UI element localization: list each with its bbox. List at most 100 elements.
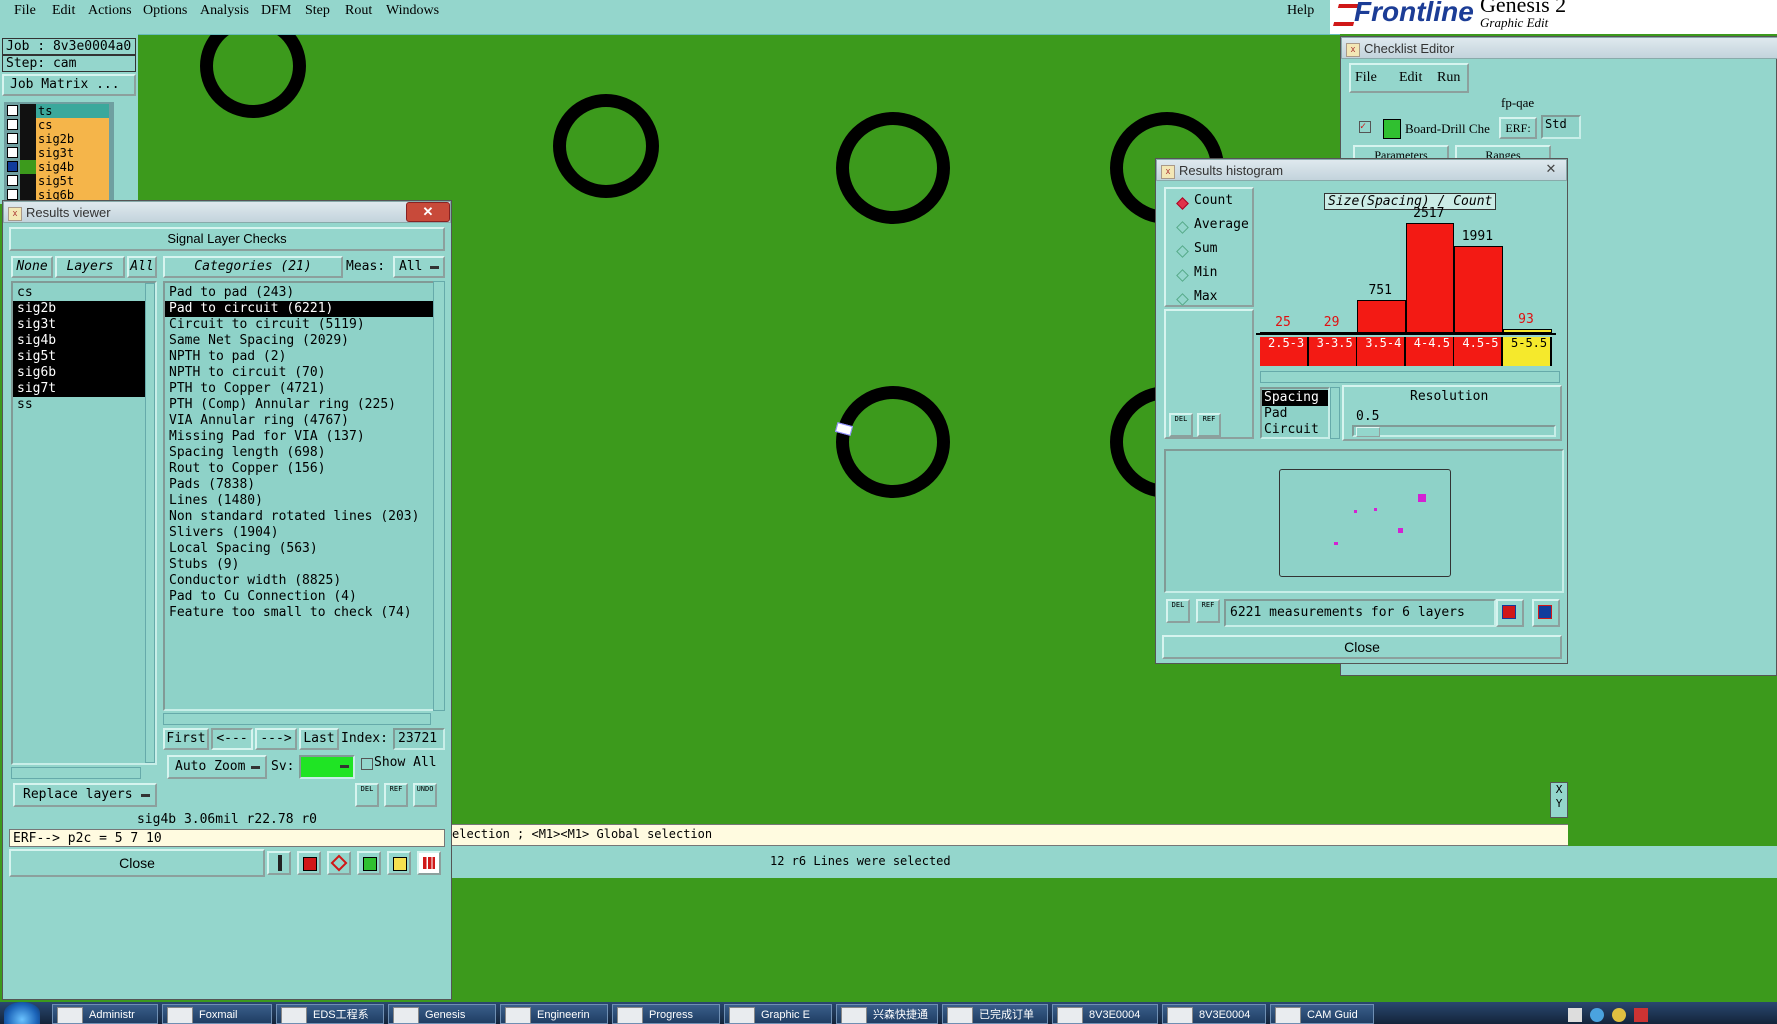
histogram-scrollbar-horizontal[interactable] bbox=[1260, 371, 1560, 383]
category-list-item[interactable]: PTH to Copper (4721) bbox=[165, 381, 433, 397]
histogram-bar[interactable] bbox=[1308, 332, 1358, 334]
histogram-close-button[interactable]: Close bbox=[1162, 635, 1562, 659]
category-list-item[interactable]: Pad to Cu Connection (4) bbox=[165, 589, 433, 605]
tray-icon[interactable] bbox=[1634, 1008, 1648, 1022]
layer-row[interactable]: cs bbox=[4, 118, 109, 132]
category-list-item[interactable]: Pads (7838) bbox=[165, 477, 433, 493]
layers-listbox[interactable]: cs sig2b sig3t sig4b sig5t sig6b sig7t ss bbox=[11, 281, 157, 765]
checklist-row-checkbox[interactable]: ✓ bbox=[1359, 121, 1371, 133]
category-list-item[interactable]: Rout to Copper (156) bbox=[165, 461, 433, 477]
categories-listbox[interactable]: Pad to pad (243) Pad to circuit (6221) Cir… bbox=[163, 281, 435, 711]
checklist-menu-run[interactable]: Run bbox=[1437, 70, 1460, 86]
undo-icon[interactable]: UNDO bbox=[413, 783, 437, 807]
category-list-item[interactable]: VIA Annular ring (4767) bbox=[165, 413, 433, 429]
index-input[interactable]: 23721 bbox=[393, 728, 445, 750]
close-window-button[interactable]: ✕ bbox=[406, 202, 450, 222]
layer-list-item[interactable]: sig3t bbox=[13, 317, 155, 333]
histogram-bar[interactable] bbox=[1503, 329, 1552, 333]
taskbar-button[interactable]: 兴森快捷通 bbox=[836, 1004, 938, 1024]
category-list-item[interactable]: Lines (1480) bbox=[165, 493, 433, 509]
layer-row[interactable]: sig3t bbox=[4, 146, 109, 160]
start-orb-icon[interactable] bbox=[4, 1002, 40, 1024]
category-list-item[interactable]: Feature too small to check (74) bbox=[165, 605, 433, 621]
erf-field[interactable]: Std bbox=[1541, 115, 1581, 139]
erf-button[interactable]: ERF: bbox=[1499, 117, 1537, 139]
mode-radio-max[interactable] bbox=[1176, 293, 1189, 306]
histogram-close-icon[interactable]: ✕ bbox=[1541, 160, 1561, 178]
resolution-slider[interactable] bbox=[1352, 425, 1556, 437]
category-list-item[interactable]: Conductor width (8825) bbox=[165, 573, 433, 589]
layer-row[interactable]: sig2b bbox=[4, 132, 109, 146]
category-list-item[interactable]: Non standard rotated lines (203) bbox=[165, 509, 433, 525]
taskbar-button[interactable]: Progress bbox=[612, 1004, 720, 1024]
mode-radio-min[interactable] bbox=[1176, 269, 1189, 282]
taskbar-button[interactable]: 已完成订单 bbox=[942, 1004, 1048, 1024]
menu-analysis[interactable]: Analysis bbox=[200, 3, 249, 19]
taskbar-button[interactable]: 8V3E0004 bbox=[1162, 1004, 1266, 1024]
previous-button[interactable]: <--- bbox=[211, 728, 253, 750]
category-list-item[interactable]: Slivers (1904) bbox=[165, 525, 433, 541]
close-button[interactable]: Close bbox=[9, 849, 265, 877]
first-button[interactable]: First bbox=[163, 728, 209, 750]
type-scrollbar[interactable] bbox=[1330, 387, 1340, 439]
cross-icon[interactable] bbox=[327, 851, 351, 875]
last-button[interactable]: Last bbox=[299, 728, 339, 750]
taskbar-button[interactable]: 8V3E0004 bbox=[1052, 1004, 1158, 1024]
menu-file[interactable]: File bbox=[14, 3, 36, 19]
categories-scrollbar-vertical[interactable] bbox=[433, 281, 445, 711]
tray-icon[interactable] bbox=[1612, 1008, 1626, 1022]
layer-list-item[interactable]: sig6b bbox=[13, 365, 155, 381]
histogram-titlebar[interactable]: x Results histogram bbox=[1156, 159, 1567, 181]
histogram-bar[interactable] bbox=[1454, 246, 1503, 333]
layer-list-item[interactable]: sig2b bbox=[13, 301, 155, 317]
type-item[interactable]: Circuit bbox=[1262, 422, 1328, 438]
categories-scrollbar-horizontal[interactable] bbox=[163, 713, 431, 725]
layer-list-item[interactable]: sig4b bbox=[13, 333, 155, 349]
delete-icon[interactable]: DEL bbox=[355, 783, 379, 807]
results-viewer-titlebar[interactable]: x Results viewer bbox=[3, 201, 451, 223]
layer-row[interactable]: ts bbox=[4, 104, 109, 118]
delete-icon[interactable]: DEL bbox=[1166, 599, 1190, 623]
menu-options[interactable]: Options bbox=[143, 3, 187, 19]
category-list-item[interactable]: NPTH to circuit (70) bbox=[165, 365, 433, 381]
taskbar-button[interactable]: Genesis bbox=[388, 1004, 496, 1024]
menu-dfm[interactable]: DFM bbox=[261, 3, 291, 19]
checklist-action-name[interactable]: Board-Drill Che bbox=[1405, 121, 1490, 137]
layer-row[interactable]: sig4b bbox=[4, 160, 109, 174]
taskbar-button[interactable]: Foxmail bbox=[162, 1004, 272, 1024]
checklist-editor-titlebar[interactable]: x Checklist Editor bbox=[1341, 37, 1777, 59]
category-list-item[interactable]: Circuit to circuit (5119) bbox=[165, 317, 433, 333]
import-icon[interactable] bbox=[1532, 599, 1560, 627]
categories-button[interactable]: Categories (21) bbox=[163, 256, 343, 278]
replace-layers-select[interactable]: Replace layers bbox=[13, 783, 157, 807]
checklist-menu-edit[interactable]: Edit bbox=[1399, 70, 1422, 86]
report-icon[interactable] bbox=[387, 851, 411, 875]
layer-row[interactable]: sig5t bbox=[4, 174, 109, 188]
all-button[interactable]: All bbox=[127, 256, 157, 278]
taskbar-button[interactable]: Administr bbox=[52, 1004, 158, 1024]
checklist-menu-file[interactable]: File bbox=[1355, 70, 1377, 86]
export-icon[interactable] bbox=[1496, 599, 1524, 627]
category-list-item[interactable]: Stubs (9) bbox=[165, 557, 433, 573]
taskbar-button[interactable]: CAM Guid bbox=[1270, 1004, 1374, 1024]
category-list-item[interactable]: Spacing length (698) bbox=[165, 445, 433, 461]
tray-icon[interactable] bbox=[1590, 1008, 1604, 1022]
auto-zoom-select[interactable]: Auto Zoom bbox=[167, 755, 267, 779]
type-listbox[interactable]: Spacing Pad Circuit bbox=[1260, 387, 1330, 439]
taskbar-button[interactable]: EDS工程系 bbox=[276, 1004, 384, 1024]
layers-button[interactable]: Layers bbox=[55, 256, 125, 278]
type-item[interactable]: Spacing bbox=[1262, 390, 1328, 406]
layer-list-item[interactable]: sig5t bbox=[13, 349, 155, 365]
refresh-icon[interactable]: REF bbox=[384, 783, 408, 807]
mode-radio-sum[interactable] bbox=[1176, 245, 1189, 258]
none-button[interactable]: None bbox=[11, 256, 53, 278]
layers-scrollbar-vertical[interactable] bbox=[145, 283, 155, 763]
category-list-item[interactable]: NPTH to pad (2) bbox=[165, 349, 433, 365]
refresh-icon[interactable]: REF bbox=[1197, 413, 1221, 437]
highlight-icon[interactable] bbox=[297, 851, 321, 875]
category-list-item[interactable]: Pad to pad (243) bbox=[165, 285, 433, 301]
layer-list-item[interactable]: cs bbox=[13, 285, 155, 301]
menu-actions[interactable]: Actions bbox=[88, 3, 132, 19]
menu-step[interactable]: Step bbox=[305, 3, 330, 19]
menu-rout[interactable]: Rout bbox=[345, 3, 372, 19]
